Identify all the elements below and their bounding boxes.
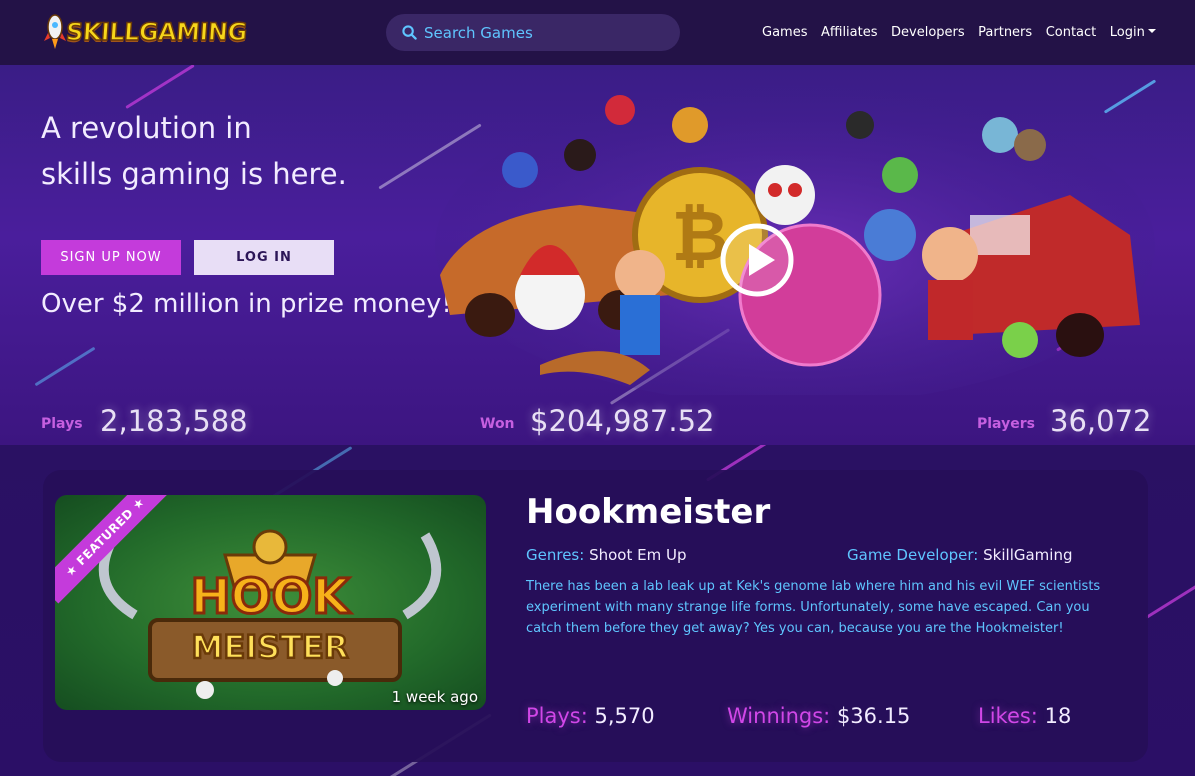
nav-partners[interactable]: Partners <box>978 25 1032 40</box>
game-likes-stat: Likes: 18 <box>978 704 1071 728</box>
thumb-title-meister: MEISTER <box>192 628 349 666</box>
hero-banner: A revolution in skills gaming is here. S… <box>0 65 1195 445</box>
players-value: 36,072 <box>1050 404 1152 438</box>
rocket-icon <box>44 13 66 51</box>
play-video-icon[interactable] <box>719 222 795 298</box>
plays-value: 2,183,588 <box>100 404 248 438</box>
skillgaming-logo[interactable]: SKILLGAMING <box>44 12 249 52</box>
search-icon <box>402 25 417 40</box>
log-in-button[interactable]: LOG IN <box>194 240 334 275</box>
hero-title-line1: A revolution in <box>41 111 252 145</box>
prize-money-text: Over $2 million in prize money! <box>41 289 452 319</box>
nav-contact[interactable]: Contact <box>1046 25 1097 40</box>
search-input[interactable] <box>424 23 664 42</box>
game-title[interactable]: Hookmeister <box>526 492 770 532</box>
game-winnings-stat: Winnings: $36.15 <box>727 704 910 728</box>
time-ago-badge: 1 week ago <box>391 688 478 706</box>
game-description: There has been a lab leak up at Kek's ge… <box>526 579 1101 636</box>
light-streak <box>1145 574 1195 619</box>
game-thumbnail[interactable]: HOOK MEISTER ★ FEATURED ★ 1 week ago <box>55 495 486 710</box>
sign-up-button[interactable]: SIGN UP NOW <box>41 240 181 275</box>
hero-title-line2: skills gaming is here. <box>41 157 347 191</box>
nav-login-dropdown[interactable]: Login <box>1110 25 1156 40</box>
nav-developers[interactable]: Developers <box>891 25 965 40</box>
nav-games[interactable]: Games <box>762 25 807 40</box>
plays-label: Plays <box>41 416 83 432</box>
game-plays-stat: Plays: 5,570 <box>526 704 655 728</box>
search-bar[interactable] <box>386 14 680 51</box>
won-label: Won <box>480 416 515 432</box>
login-label: Login <box>1109 25 1145 40</box>
hero-title: A revolution in skills gaming is here. <box>41 105 347 197</box>
developer-value[interactable]: SkillGaming <box>983 546 1072 564</box>
light-streak <box>34 346 96 387</box>
featured-section: HOOK MEISTER ★ FEATURED ★ 1 week ago Hoo… <box>0 445 1195 776</box>
genres-label: Genres: <box>526 546 585 564</box>
developer-label: Game Developer: <box>847 546 979 564</box>
caret-down-icon <box>1147 29 1156 33</box>
game-likes-label: Likes: <box>978 704 1038 728</box>
game-likes-value: 18 <box>1044 704 1072 728</box>
nav-affiliates[interactable]: Affiliates <box>821 25 878 40</box>
game-plays-value: 5,570 <box>594 704 655 728</box>
featured-game-card[interactable]: HOOK MEISTER ★ FEATURED ★ 1 week ago Hoo… <box>43 470 1148 762</box>
light-streak <box>125 65 195 109</box>
genres-value[interactable]: Shoot Em Up <box>589 546 686 564</box>
game-plays-label: Plays: <box>526 704 588 728</box>
genres-row: Genres: Shoot Em Up <box>526 546 686 564</box>
players-label: Players <box>977 416 1035 432</box>
characters-collage-image: ₿ <box>435 85 1155 395</box>
developer-row: Game Developer: SkillGaming <box>847 546 1073 564</box>
game-winnings-value: $36.15 <box>836 704 911 728</box>
navbar: SKILLGAMING Games Affiliates Developers … <box>0 0 1195 65</box>
thumb-title-hook: HOOK <box>191 569 352 625</box>
game-winnings-label: Winnings: <box>727 704 831 728</box>
stats-bar: Plays 2,183,588 Won $204,987.52 Players … <box>0 400 1195 445</box>
won-value: $204,987.52 <box>530 404 715 438</box>
logo-text: SKILLGAMING <box>64 17 248 47</box>
nav-links: Games Affiliates Developers Partners Con… <box>762 0 1169 65</box>
